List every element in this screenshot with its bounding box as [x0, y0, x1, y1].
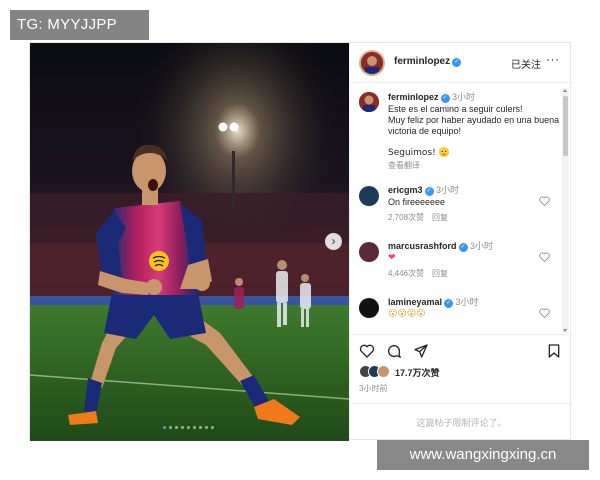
comment-likes[interactable]: 4,446次赞 — [388, 269, 424, 278]
comment-like-heart-icon[interactable] — [539, 308, 550, 318]
instagram-post: › ferminlopez ✓ 已关注 ··· ferminlopez ✓ 3小… — [29, 42, 573, 441]
carousel-dot[interactable] — [193, 426, 196, 429]
post-timestamp: 3小时前 — [359, 384, 388, 393]
comment-item: marcusrashford ✓ 3小时 ❤ 4,446次赞 回复 — [359, 240, 554, 280]
caption-line: Seguimos! 🫡 — [388, 148, 450, 158]
post-header: ferminlopez ✓ 已关注 ··· — [350, 43, 573, 83]
scrollbar-thumb[interactable] — [563, 96, 568, 156]
comment-username[interactable]: marcusrashford — [388, 241, 457, 251]
verified-badge-icon: ✓ — [444, 299, 454, 308]
comment-icon[interactable] — [386, 343, 402, 359]
comment-text: On fireeeeeee — [388, 197, 446, 207]
share-icon[interactable] — [413, 343, 429, 359]
carousel-dot[interactable] — [187, 426, 190, 429]
carousel-dot[interactable] — [175, 426, 178, 429]
reply-button[interactable]: 回复 — [432, 213, 448, 222]
post-actions-bar — [350, 334, 573, 364]
comment-time: 3小时 — [470, 241, 494, 251]
caption-line: Muy feliz por haber ayudado en una buena… — [388, 115, 560, 136]
author-avatar[interactable] — [359, 50, 385, 76]
post-image[interactable]: › — [30, 43, 349, 441]
post-side-panel: ferminlopez ✓ 已关注 ··· ferminlopez ✓ 3小时 Es… — [349, 43, 573, 441]
comment-item: ericgm3 ✓ 3小时 On fireeeeeee 2,708次赞 回复 — [359, 184, 554, 224]
carousel-dot[interactable] — [181, 426, 184, 429]
carousel-dots — [163, 426, 214, 429]
scroll-down-arrow-icon[interactable] — [563, 329, 567, 332]
comments-scroll-area[interactable]: ferminlopez ✓ 3小时 Este es el camino a seg… — [350, 84, 562, 334]
bookmark-icon[interactable] — [546, 343, 562, 359]
caption-username[interactable]: ferminlopez — [388, 92, 439, 102]
watermark-bottom: www.wangxingxing.cn — [377, 440, 589, 470]
author-username[interactable]: ferminlopez ✓ — [394, 56, 462, 67]
heart-icon[interactable] — [359, 343, 375, 359]
author-username-text: ferminlopez — [394, 56, 451, 67]
comment-time: 3小时 — [436, 185, 460, 195]
following-button[interactable]: 已关注 — [511, 56, 541, 71]
liker-avatar — [377, 365, 390, 378]
comment-item: lamineyamal ✓ 3小时 😮😮😮😮 — [359, 296, 554, 334]
comment-time: 3小时 — [455, 297, 479, 307]
verified-badge-icon: ✓ — [440, 94, 450, 103]
caption-time: 3小时 — [452, 92, 476, 102]
carousel-dot[interactable] — [205, 426, 208, 429]
more-options-icon[interactable]: ··· — [546, 52, 560, 66]
verified-badge-icon: ✓ — [424, 187, 434, 196]
stadium-celebration-photo — [30, 43, 349, 441]
comment-likes[interactable]: 2,708次赞 — [388, 213, 424, 222]
comment-like-heart-icon[interactable] — [539, 196, 550, 206]
scroll-up-arrow-icon[interactable] — [563, 89, 567, 92]
caption-line — [388, 137, 560, 148]
comments-limited-notice: 这篇帖子限制评论了。 — [350, 403, 573, 441]
caption-line: Este es el camino a seguir culers! — [388, 104, 523, 114]
comment-avatar[interactable] — [359, 298, 379, 318]
comment-like-heart-icon[interactable] — [539, 252, 550, 262]
comments-scrollbar[interactable] — [562, 88, 569, 333]
watermark-top: TG: MYYJJPP — [10, 10, 149, 40]
comment-username[interactable]: lamineyamal — [388, 297, 442, 307]
carousel-dot[interactable] — [163, 426, 166, 429]
comment-avatar[interactable] — [359, 242, 379, 262]
likes-count[interactable]: 17.7万次赞 — [395, 366, 440, 379]
caption-text: Este es el camino a seguir culers! Muy f… — [388, 104, 560, 159]
comment-text: 😮😮😮😮 — [388, 309, 426, 319]
comment-avatar[interactable] — [359, 186, 379, 206]
verified-badge-icon: ✓ — [452, 58, 462, 67]
comment-username[interactable]: ericgm3 — [388, 185, 423, 195]
next-slide-button[interactable]: › — [325, 233, 342, 250]
carousel-dot[interactable] — [169, 426, 172, 429]
comment-text: ❤ — [388, 253, 396, 263]
carousel-dot[interactable] — [211, 426, 214, 429]
verified-badge-icon: ✓ — [458, 243, 468, 252]
caption-avatar[interactable] — [359, 92, 379, 112]
see-translation-link[interactable]: 查看翻译 — [388, 160, 560, 171]
reply-button[interactable]: 回复 — [432, 269, 448, 278]
carousel-dot[interactable] — [199, 426, 202, 429]
